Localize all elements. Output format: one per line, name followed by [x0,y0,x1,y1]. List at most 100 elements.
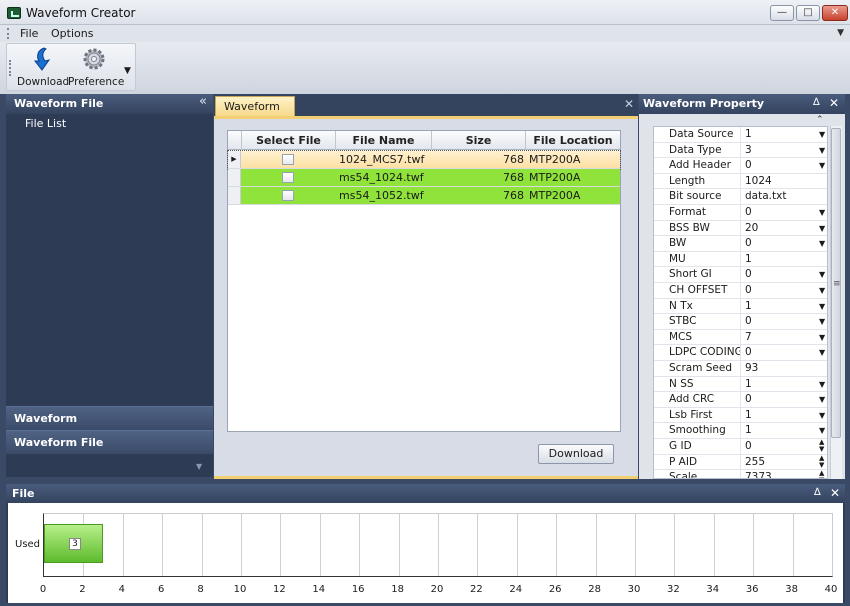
maximize-button[interactable]: □ [796,5,820,21]
property-value[interactable]: 7373 [745,470,815,478]
dropdown-arrow-icon[interactable]: ▼ [819,299,825,314]
dropdown-arrow-icon[interactable]: ▼ [819,221,825,236]
property-row[interactable]: Scale 7373 ▲▼ [654,470,827,478]
spinner-icon[interactable]: ▲▼ [819,470,827,478]
file-list-item[interactable]: File List [25,117,66,130]
dropdown-arrow-icon[interactable]: ▼ [819,267,825,282]
section-waveform[interactable]: Waveform [6,406,213,430]
property-value[interactable]: 255 [745,455,815,470]
property-value[interactable]: 1 [745,127,815,142]
select-file-checkbox[interactable] [282,172,294,183]
preference-toolbar-button[interactable]: Preference [68,44,124,90]
property-value[interactable]: data.txt [745,189,815,204]
dropdown-arrow-icon[interactable]: ▼ [819,283,825,298]
property-value[interactable]: 93 [745,361,815,376]
property-value[interactable]: 0 [745,267,815,282]
select-file-checkbox[interactable] [282,190,294,201]
property-value[interactable]: 0 [745,236,815,251]
section-waveform-file[interactable]: Waveform File [6,430,213,454]
tab-waveform-file[interactable]: Waveform File [215,96,295,132]
property-row[interactable]: Format 0 ▼ [654,205,827,221]
property-value[interactable]: 0 [745,283,815,298]
property-row[interactable]: Lsb First 1 ▼ [654,407,827,424]
left-panel-overflow-icon[interactable]: ▼ [196,462,202,471]
property-value[interactable]: 0 [745,392,815,407]
property-row[interactable]: BSS BW 20 ▼ [654,220,827,237]
property-row[interactable]: Data Type 3 ▼ [654,142,827,159]
download-button[interactable]: Download [538,444,614,464]
pin-icon[interactable]: ∆ [813,97,820,108]
property-value[interactable]: 1 [745,299,815,314]
dropdown-arrow-icon[interactable]: ▼ [819,392,825,407]
property-value[interactable]: 0 [745,205,815,220]
dropdown-arrow-icon[interactable]: ▼ [819,330,825,345]
property-value[interactable]: 1 [745,423,815,438]
select-file-checkbox[interactable] [282,154,294,165]
scroll-up-icon[interactable]: ⌃ [816,115,824,125]
property-row[interactable]: BW 0 ▼ [654,236,827,252]
dropdown-arrow-icon[interactable]: ▼ [819,423,825,438]
dropdown-arrow-icon[interactable]: ▼ [819,143,825,158]
property-row[interactable]: Short GI 0 ▼ [654,267,827,283]
property-value[interactable]: 3 [745,143,815,158]
chart-bar: 3 [44,524,104,563]
property-row[interactable]: Smoothing 1 ▼ [654,423,827,439]
property-row[interactable]: Length 1024 [654,173,827,190]
property-row[interactable]: N SS 1 ▼ [654,376,827,393]
dropdown-arrow-icon[interactable]: ▼ [819,236,825,251]
dropdown-arrow-icon[interactable]: ▼ [819,377,825,392]
menu-file[interactable]: File [20,27,38,40]
download-toolbar-button[interactable]: Download [17,44,69,90]
spinner-icon[interactable]: ▲▼ [819,454,827,469]
dropdown-arrow-icon[interactable]: ▼ [819,408,825,423]
dropdown-arrow-icon[interactable]: ▼ [819,345,825,360]
property-row[interactable]: N Tx 1 ▼ [654,298,827,315]
dropdown-arrow-icon[interactable]: ▼ [819,127,825,142]
property-row[interactable]: Add Header 0 ▼ [654,158,827,174]
dropdown-arrow-icon[interactable]: ▼ [819,205,825,220]
property-row[interactable]: MCS 7 ▼ [654,329,827,346]
property-value[interactable]: 0 [745,158,815,173]
property-value[interactable]: 1 [745,252,815,267]
collapse-icon[interactable]: « [199,94,207,109]
file-close-icon[interactable]: ✕ [830,486,840,500]
property-value[interactable]: 1024 [745,174,815,189]
col-file-name[interactable]: File Name [336,131,432,150]
property-value[interactable]: 1 [745,408,815,423]
menu-options[interactable]: Options [51,27,93,40]
property-value[interactable]: 0 [745,345,815,360]
property-row[interactable]: LDPC CODING 0 ▼ [654,345,827,361]
property-row[interactable]: STBC 0 ▼ [654,314,827,330]
doc-close-icon[interactable]: ✕ [624,97,634,111]
property-row[interactable]: Data Source 1 ▼ [654,127,827,143]
property-value[interactable]: 0 [745,439,815,454]
table-row[interactable]: ms54_1052.twf 768 MTP200A [228,187,620,205]
menu-overflow-icon[interactable]: ▼ [837,28,844,38]
property-row[interactable]: Bit source data.txt [654,189,827,205]
table-row[interactable]: ms54_1024.twf 768 MTP200A [228,169,620,187]
table-row[interactable]: ▶ 1024_MCS7.twf 768 MTP200A [227,150,621,170]
file-name-cell: ms54_1052.twf [339,189,424,202]
dropdown-arrow-icon[interactable]: ▼ [819,158,825,173]
property-name: N SS [669,376,741,392]
property-close-icon[interactable]: ✕ [829,96,839,110]
property-value[interactable]: 1 [745,377,815,392]
spinner-icon[interactable]: ▲▼ [819,439,827,453]
property-row[interactable]: Add CRC 0 ▼ [654,392,827,408]
close-button[interactable]: ✕ [822,5,848,21]
property-value[interactable]: 7 [745,330,815,345]
col-file-location[interactable]: File Location [526,131,620,150]
toolbar-overflow-icon[interactable]: ▼ [124,66,131,76]
property-row[interactable]: MU 1 [654,251,827,268]
property-row[interactable]: P AID 255 ▲ ▼ [654,454,827,471]
minimize-button[interactable]: — [770,5,794,21]
property-value[interactable]: 20 [745,221,815,236]
property-row[interactable]: Scram Seed 93 [654,361,827,377]
dropdown-arrow-icon[interactable]: ▼ [819,314,825,329]
property-value[interactable]: 0 [745,314,815,329]
col-size[interactable]: Size [432,131,526,150]
col-select-file[interactable]: Select File [242,131,336,150]
property-row[interactable]: CH OFFSET 0 ▼ [654,283,827,299]
property-row[interactable]: G ID 0 ▲ ▼ [654,439,827,455]
file-pin-icon[interactable]: ∆ [814,487,821,498]
